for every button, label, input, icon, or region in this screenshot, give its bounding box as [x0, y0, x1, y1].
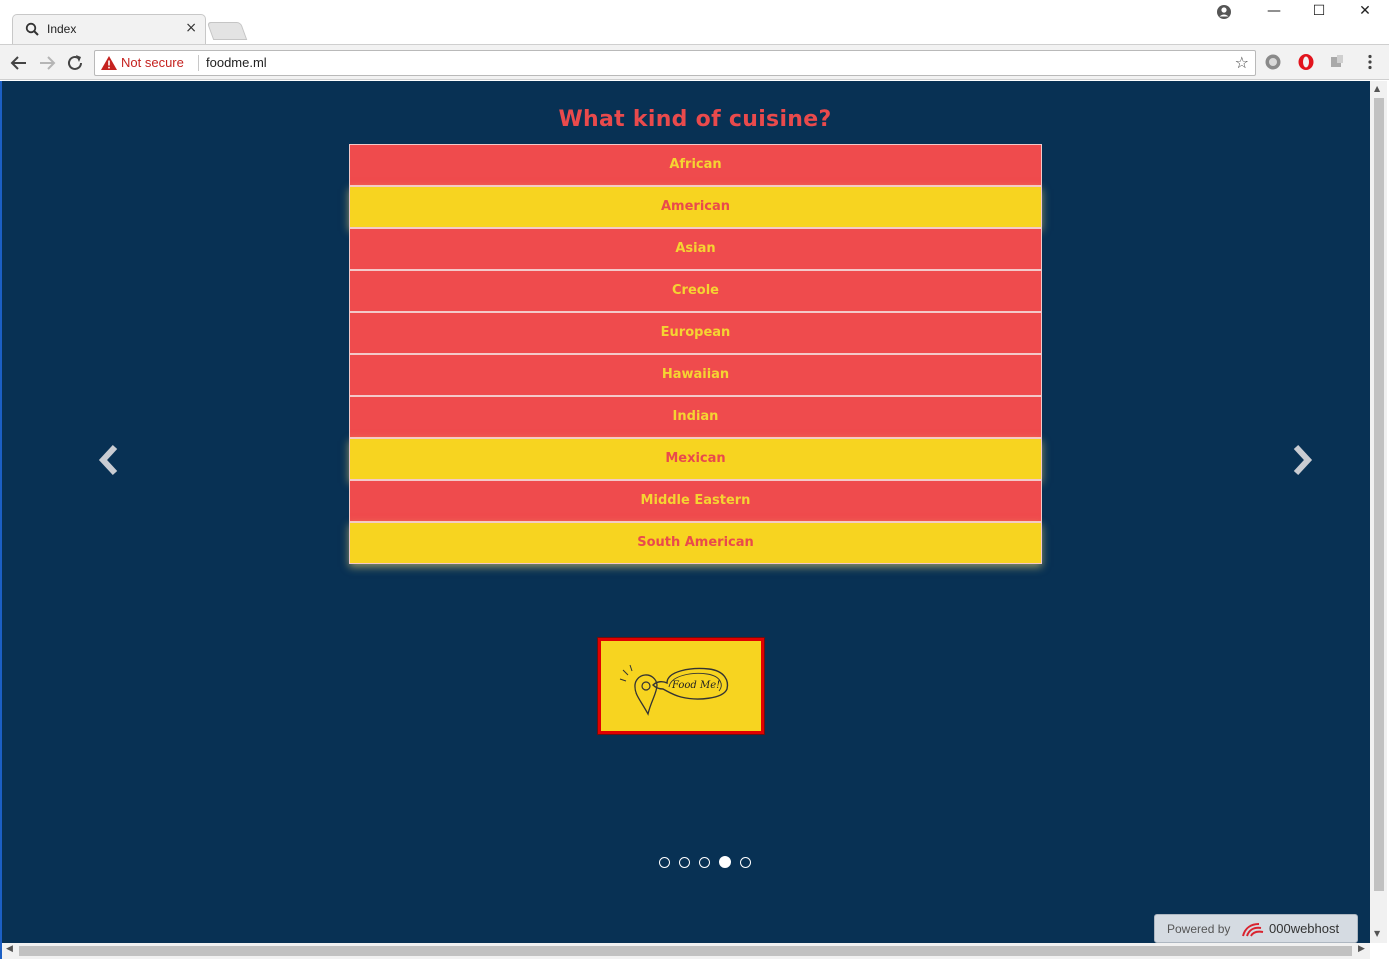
url-text[interactable]: foodme.ml	[206, 55, 267, 70]
vertical-scrollbar[interactable]: ▲ ▼	[1370, 81, 1387, 943]
carousel-dot-4-active[interactable]	[719, 856, 732, 868]
close-tab-icon[interactable]: ×	[185, 20, 197, 36]
foodme-logo-graphic: Food Me!	[619, 664, 729, 716]
page-title: What kind of cuisine?	[558, 107, 832, 132]
powered-by-label: Powered by	[1167, 922, 1231, 936]
star-icon[interactable]: ☆	[1235, 53, 1249, 72]
carousel-indicators	[659, 853, 755, 868]
cuisine-option-american[interactable]: American	[349, 186, 1042, 228]
cuisine-option-creole[interactable]: Creole	[349, 270, 1042, 312]
back-arrow-icon[interactable]	[8, 52, 30, 74]
forward-arrow-icon[interactable]	[36, 52, 58, 74]
powered-by-badge[interactable]: Powered by 000webhost	[1154, 914, 1358, 943]
cuisine-option-south-american[interactable]: South American	[349, 522, 1042, 564]
horizontal-scrollbar[interactable]: ◀ ▶	[2, 943, 1370, 959]
cuisine-option-african[interactable]: African	[349, 144, 1042, 186]
minimize-button[interactable]: —	[1251, 0, 1297, 24]
scroll-down-arrow-icon[interactable]: ▼	[1374, 929, 1380, 938]
security-label[interactable]: Not secure	[121, 55, 184, 70]
carousel-dot-3[interactable]	[699, 857, 711, 868]
menu-dots-icon[interactable]	[1361, 53, 1379, 71]
tab-title: Index	[47, 22, 77, 36]
browser-toolbar: Not secure foodme.ml ☆	[0, 44, 1389, 80]
cuisine-option-indian[interactable]: Indian	[349, 396, 1042, 438]
000webhost-logo-icon	[1242, 923, 1264, 937]
search-icon	[25, 22, 39, 36]
carousel-next-chevron-icon[interactable]	[1288, 443, 1316, 477]
scroll-left-arrow-icon[interactable]: ◀	[6, 944, 13, 954]
close-window-button[interactable]: ✕	[1342, 0, 1388, 24]
scroll-right-arrow-icon[interactable]: ▶	[1358, 944, 1365, 954]
cuisine-option-european[interactable]: European	[349, 312, 1042, 354]
cuisine-option-mexican[interactable]: Mexican	[349, 438, 1042, 480]
powered-by-brand: 000webhost	[1269, 921, 1340, 936]
foodme-logo[interactable]: Food Me!	[597, 637, 765, 735]
opera-icon[interactable]	[1297, 53, 1315, 71]
cuisine-options-list: African American Asian Creole European H…	[349, 144, 1042, 564]
scroll-up-arrow-icon[interactable]: ▲	[1374, 84, 1380, 93]
reload-icon[interactable]	[64, 52, 86, 74]
browser-tab[interactable]: Index ×	[12, 14, 206, 44]
profile-icon[interactable]	[1216, 4, 1232, 20]
new-tab-button[interactable]	[206, 22, 248, 40]
logo-text: Food Me!	[671, 680, 720, 691]
extension-puzzle-icon[interactable]	[1329, 53, 1347, 71]
extension-circle-icon[interactable]	[1264, 53, 1282, 71]
cuisine-option-hawaiian[interactable]: Hawaiian	[349, 354, 1042, 396]
address-separator	[198, 55, 199, 71]
vertical-scroll-thumb[interactable]	[1374, 98, 1384, 891]
browser-titlebar: Index × — ☐ ✕	[0, 0, 1389, 44]
maximize-button[interactable]: ☐	[1296, 0, 1342, 24]
page-viewport: What kind of cuisine? African American A…	[2, 81, 1370, 943]
carousel-dot-1[interactable]	[659, 857, 670, 868]
cuisine-option-asian[interactable]: Asian	[349, 228, 1042, 270]
carousel-prev-chevron-icon[interactable]	[95, 443, 123, 477]
carousel-dot-5[interactable]	[740, 857, 752, 868]
address-bar[interactable]: Not secure foodme.ml ☆	[94, 50, 1256, 76]
cuisine-option-middle-eastern[interactable]: Middle Eastern	[349, 480, 1042, 522]
horizontal-scroll-thumb[interactable]	[19, 946, 1352, 956]
warning-icon	[101, 56, 117, 70]
carousel-dot-2[interactable]	[679, 857, 691, 868]
